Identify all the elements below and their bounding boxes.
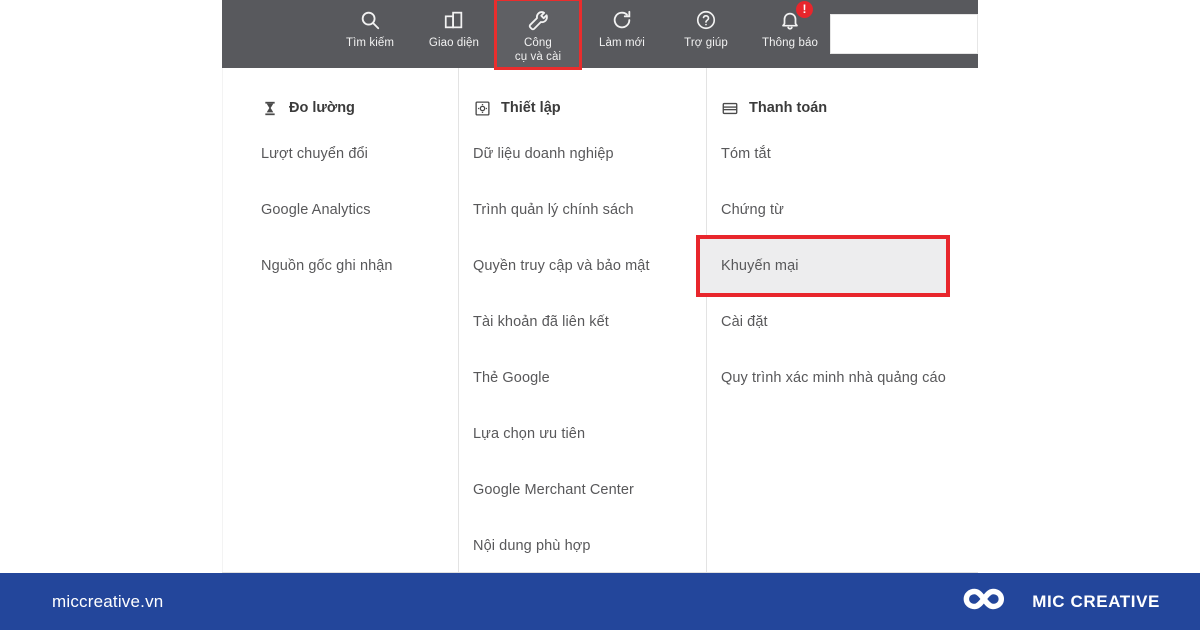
- toolbar-item-label: Thông báo: [762, 37, 818, 49]
- toolbar-item-notifications[interactable]: ! Thông báo: [748, 0, 832, 68]
- menu-item-access-and-security[interactable]: Quyền truy cập và bảo mật: [459, 238, 706, 294]
- toolbar-item-label: Công cụ và cài: [515, 37, 561, 64]
- menu-column-title: Thiết lập: [501, 100, 561, 116]
- menu-column-title: Đo lường: [289, 100, 355, 116]
- infinity-loop-logo-icon: [958, 582, 1018, 621]
- menu-item-conversions[interactable]: Lượt chuyển đổi: [223, 126, 458, 182]
- toolbar-item-label-line1: Công: [524, 37, 552, 49]
- menu-item-promotions[interactable]: Khuyến mại: [696, 235, 950, 297]
- toolbar-item-label: Giao diện: [428, 37, 480, 49]
- toolbar-item-help[interactable]: Trợ giúp: [664, 0, 748, 68]
- tools-and-settings-dropdown-panel: Đo lường Lượt chuyển đổi Google Analytic…: [222, 68, 978, 573]
- menu-item-policy-manager[interactable]: Trình quản lý chính sách: [459, 182, 706, 238]
- menu-item-documents[interactable]: Chứng từ: [707, 182, 978, 238]
- footer-brand-name: MIC CREATIVE: [1032, 591, 1160, 611]
- toolbar-search-input[interactable]: [830, 14, 978, 54]
- settings-square-icon: [473, 99, 491, 117]
- menu-item-advertiser-verification[interactable]: Quy trình xác minh nhà quảng cáo: [707, 350, 978, 406]
- menu-column-title: Thanh toán: [749, 100, 828, 116]
- menu-item-business-data[interactable]: Dữ liệu doanh nghiệp: [459, 126, 706, 182]
- menu-item-linked-accounts[interactable]: Tài khoản đã liên kết: [459, 294, 706, 350]
- toolbar-item-label: Tìm kiếm: [345, 37, 395, 49]
- notification-badge: !: [796, 1, 813, 18]
- menu-column-header: Thiết lập: [459, 90, 706, 126]
- reports-chart-icon: [443, 7, 465, 33]
- menu-item-preferences[interactable]: Lựa chọn ưu tiên: [459, 406, 706, 462]
- menu-column-header: Thanh toán: [707, 90, 978, 126]
- toolbar-item-label-line2: cụ và cài: [514, 50, 562, 63]
- toolbar-item-label: Trợ giúp: [684, 37, 728, 49]
- menu-column-header: Đo lường: [223, 90, 458, 126]
- menu-item-attribution[interactable]: Nguồn gốc ghi nhận: [223, 238, 458, 294]
- menu-item-settings[interactable]: Cài đặt: [707, 294, 978, 350]
- help-question-icon: [695, 7, 717, 33]
- toolbar-item-label: Làm mới: [599, 37, 645, 49]
- footer-bar: miccreative.vn MIC CREATIVE: [0, 573, 1200, 630]
- menu-column-billing: Thanh toán Tóm tắt Chứng từ Khuyến mại C…: [696, 68, 978, 573]
- menu-item-google-analytics[interactable]: Google Analytics: [223, 182, 458, 238]
- refresh-icon: [611, 7, 633, 33]
- toolbar-item-tools-and-settings[interactable]: Công cụ và cài: [494, 0, 582, 70]
- screenshot-root: Tìm kiếm Giao diện Công cụ và cài Làm mớ…: [0, 0, 1200, 630]
- toolbar-item-search[interactable]: Tìm kiếm: [328, 0, 412, 68]
- toolbar-item-refresh[interactable]: Làm mới: [580, 0, 664, 68]
- measurement-hourglass-icon: [261, 99, 279, 117]
- menu-item-summary[interactable]: Tóm tắt: [707, 126, 978, 182]
- wrench-tools-icon: [527, 7, 550, 33]
- menu-column-setup: Thiết lập Dữ liệu doanh nghiệp Trình quả…: [458, 68, 706, 573]
- menu-column-measurement: Đo lường Lượt chuyển đổi Google Analytic…: [223, 68, 458, 573]
- credit-card-icon: [721, 99, 739, 117]
- menu-item-google-merchant-center[interactable]: Google Merchant Center: [459, 462, 706, 518]
- menu-item-google-tag[interactable]: Thẻ Google: [459, 350, 706, 406]
- footer-website-url: miccreative.vn: [52, 591, 164, 611]
- top-toolbar: Tìm kiếm Giao diện Công cụ và cài Làm mớ…: [222, 0, 978, 70]
- menu-item-content-suitability[interactable]: Nội dung phù hợp: [459, 518, 706, 574]
- toolbar-item-interface[interactable]: Giao diện: [412, 0, 496, 68]
- footer-brand: MIC CREATIVE: [958, 582, 1160, 621]
- search-icon: [359, 7, 381, 33]
